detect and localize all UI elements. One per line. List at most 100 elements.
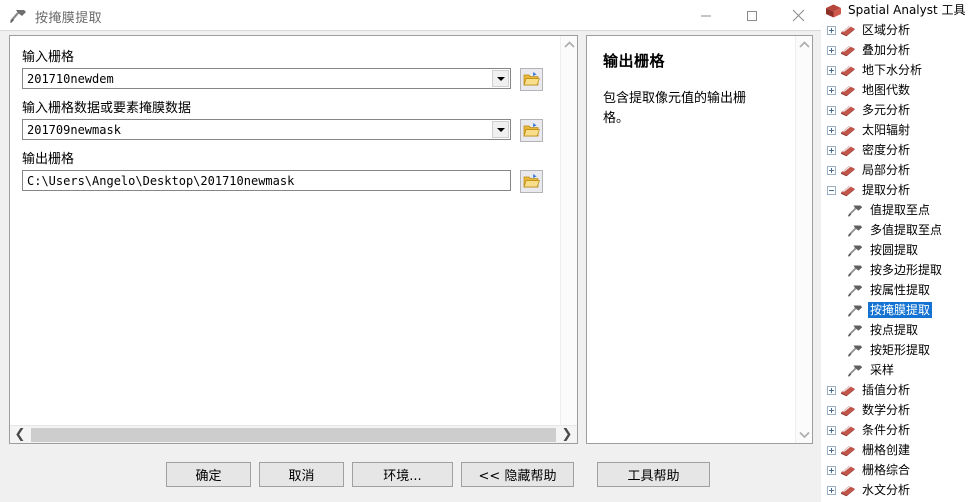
expand-icon[interactable]	[827, 165, 836, 175]
hammer-tool-icon	[847, 203, 865, 217]
expand-icon[interactable]	[827, 45, 836, 55]
hammer-tool-icon	[847, 363, 865, 377]
help-vertical-scrollbar[interactable]	[795, 36, 812, 443]
environments-button[interactable]: 环境...	[352, 462, 453, 487]
output-raster-label: 输出栅格	[22, 152, 75, 167]
window-controls	[683, 0, 821, 31]
toolset-icon	[839, 24, 857, 37]
input-mask-row: 201709newmask	[22, 119, 555, 142]
help-title: 输出栅格	[603, 52, 666, 70]
tree-item-17[interactable]: 采样	[821, 360, 979, 380]
toolset-icon	[839, 84, 857, 97]
tree-item-15[interactable]: 按点提取	[821, 320, 979, 340]
ok-button[interactable]: 确定	[166, 462, 251, 487]
tree-item-16[interactable]: 按矩形提取	[821, 340, 979, 360]
tree-item-18[interactable]: 插值分析	[821, 380, 979, 400]
input-mask-browse-button[interactable]	[520, 119, 543, 142]
tree-item-7[interactable]: 局部分析	[821, 160, 979, 180]
arctoolbox-tree: Spatial Analyst 工具 区域分析叠加分析地下水分析地图代数多元分析…	[821, 0, 979, 502]
tree-item-21[interactable]: 栅格创建	[821, 440, 979, 460]
toolset-icon	[839, 404, 857, 417]
tree-item-5[interactable]: 太阳辐射	[821, 120, 979, 140]
tree-item-6[interactable]: 密度分析	[821, 140, 979, 160]
tree-item-label: 插值分析	[862, 383, 911, 397]
tree-item-label: 采样	[870, 363, 895, 377]
toolset-icon	[839, 104, 857, 117]
input-mask-combobox[interactable]: 201709newmask	[22, 119, 511, 140]
scroll-left-arrow-icon[interactable]: ❮	[10, 426, 30, 443]
tree-item-13[interactable]: 按属性提取	[821, 280, 979, 300]
tree-item-19[interactable]: 数学分析	[821, 400, 979, 420]
tree-item-2[interactable]: 地下水分析	[821, 60, 979, 80]
tree-item-0[interactable]: 区域分析	[821, 20, 979, 40]
expand-icon[interactable]	[827, 145, 836, 155]
expand-icon[interactable]	[827, 125, 836, 135]
expand-icon[interactable]	[827, 445, 836, 455]
toolset-icon	[839, 44, 857, 57]
input-mask-value: 201709newmask	[27, 122, 121, 137]
help-description: 包含提取像元值的输出栅格。	[603, 91, 747, 126]
dialog-title: 按掩膜提取	[35, 10, 103, 26]
hammer-tool-icon	[847, 323, 865, 337]
input-raster-combobox[interactable]: 201710newdem	[22, 68, 511, 89]
expand-icon[interactable]	[827, 105, 836, 115]
hammer-tool-icon	[847, 243, 865, 257]
cancel-button[interactable]: 取消	[259, 462, 344, 487]
output-raster-input[interactable]: C:\Users\Angelo\Desktop\201710newmask	[22, 170, 511, 191]
tree-item-23[interactable]: 水文分析	[821, 480, 979, 500]
tree-item-14[interactable]: 按掩膜提取	[821, 300, 979, 320]
form-horizontal-scrollbar[interactable]: ❮ ❯	[10, 425, 577, 443]
scroll-right-arrow-icon[interactable]: ❯	[557, 426, 577, 443]
chevron-down-icon[interactable]	[492, 121, 509, 138]
expand-icon[interactable]	[827, 65, 836, 75]
expand-icon[interactable]	[827, 385, 836, 395]
expand-icon[interactable]	[827, 405, 836, 415]
toolbox-root-label: Spatial Analyst 工具	[848, 3, 966, 17]
tree-item-22[interactable]: 栅格综合	[821, 460, 979, 480]
hammer-tool-icon	[847, 303, 865, 317]
chevron-up-icon[interactable]	[561, 36, 578, 53]
maximize-button[interactable]	[729, 0, 775, 31]
tree-item-12[interactable]: 按多边形提取	[821, 260, 979, 280]
expand-icon[interactable]	[827, 25, 836, 35]
tree-item-label: 区域分析	[862, 23, 911, 37]
tree-item-3[interactable]: 地图代数	[821, 80, 979, 100]
chevron-up-icon[interactable]	[796, 36, 813, 53]
tree-item-10[interactable]: 多值提取至点	[821, 220, 979, 240]
expand-icon[interactable]	[827, 485, 836, 495]
form-vertical-scrollbar[interactable]	[560, 36, 577, 443]
tree-item-label: 多元分析	[862, 103, 911, 117]
chevron-down-icon[interactable]	[796, 426, 813, 443]
input-raster-label: 输入栅格	[22, 50, 75, 65]
minimize-button[interactable]	[683, 0, 729, 31]
output-raster-browse-button[interactable]	[520, 170, 543, 193]
tree-item-1[interactable]: 叠加分析	[821, 40, 979, 60]
tree-item-label: 太阳辐射	[862, 123, 911, 137]
tree-item-9[interactable]: 值提取至点	[821, 200, 979, 220]
input-raster-browse-button[interactable]	[520, 68, 543, 91]
output-raster-row: C:\Users\Angelo\Desktop\201710newmask	[22, 170, 555, 193]
expand-icon[interactable]	[827, 85, 836, 95]
expand-icon[interactable]	[827, 425, 836, 435]
collapse-icon[interactable]	[827, 185, 836, 195]
chevron-down-icon[interactable]	[492, 70, 509, 87]
extract-by-mask-dialog: 按掩膜提取 输入栅格 201710newdem 输入栅格数据或要素掩膜数据 20…	[0, 0, 821, 502]
tree-item-8[interactable]: 提取分析	[821, 180, 979, 200]
horizontal-scroll-thumb[interactable]	[31, 427, 556, 442]
expand-icon[interactable]	[827, 465, 836, 475]
tree-item-label: 按属性提取	[870, 283, 931, 297]
toolbox-root[interactable]: Spatial Analyst 工具	[821, 0, 979, 20]
tree-item-20[interactable]: 条件分析	[821, 420, 979, 440]
input-raster-group: 输入栅格 201710newdem	[22, 49, 555, 91]
close-button[interactable]	[775, 0, 821, 31]
toolset-icon	[839, 424, 857, 437]
tree-item-label: 地下水分析	[862, 63, 923, 77]
tree-item-11[interactable]: 按圆提取	[821, 240, 979, 260]
tree-item-label: 栅格创建	[862, 443, 911, 457]
application-window: 按掩膜提取 输入栅格 201710newdem 输入栅格数据或要素掩膜数据 20…	[0, 0, 979, 502]
tree-item-label: 按圆提取	[870, 243, 919, 257]
hide-help-button[interactable]: << 隐藏帮助	[461, 462, 574, 487]
tool-help-button[interactable]: 工具帮助	[597, 462, 710, 487]
tree-item-4[interactable]: 多元分析	[821, 100, 979, 120]
tree-item-label: 局部分析	[862, 163, 911, 177]
